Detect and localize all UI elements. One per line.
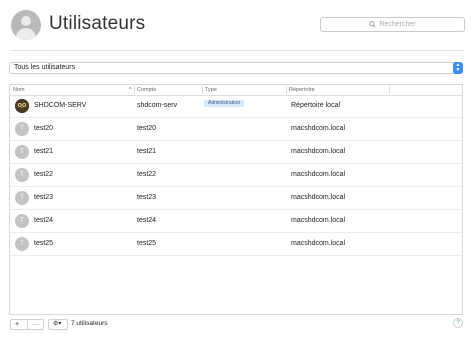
admin-badge: Administrateur [204,100,245,107]
gear-icon: ⚙▾ [53,321,62,327]
help-icon: ? [456,320,460,326]
user-directory: Répertoire local [291,102,341,109]
page-title: Utilisateurs [49,13,146,34]
column-separator [134,86,135,94]
column-separator [202,86,203,94]
user-initial-avatar: T [15,237,29,251]
column-header-account[interactable]: Compte [137,87,156,93]
table-row[interactable]: T test22 test22 macshdcom.local [10,164,462,187]
header-avatar [11,10,41,40]
user-name: test25 [34,240,54,247]
owl-avatar-icon [15,99,29,113]
user-initial-avatar: T [15,145,29,159]
user-initial-avatar: T [15,214,29,228]
column-header-directory[interactable]: Répertoire [289,87,315,93]
user-directory: macshdcom.local [291,171,346,178]
column-separator [389,86,390,94]
user-name: test23 [34,194,54,201]
user-count: 7 utilisateurs [71,320,108,327]
column-header-type[interactable]: Type [205,87,217,93]
actions-menu-button[interactable]: ⚙▾ [48,319,68,330]
user-initial-avatar: T [15,168,29,182]
footer-divider [9,314,463,315]
help-button[interactable]: ? [453,318,463,328]
user-name: test20 [34,125,54,132]
button-separator [27,320,28,329]
header-divider [10,50,464,51]
user-filter-select[interactable]: Tous les utilisateurs ▲ ▼ [9,62,463,74]
user-initial-avatar: T [15,122,29,136]
owl-icon [15,99,29,113]
search-icon [369,21,377,28]
table-row[interactable]: SHDCOM-SERV shdcom-serv Administrateur R… [10,95,462,118]
user-directory: macshdcom.local [291,148,346,155]
avatar-body-shape [16,28,36,40]
user-account: test23 [137,194,157,201]
user-filter-label: Tous les utilisateurs [14,64,76,71]
user-account: test24 [137,217,157,224]
user-name: SHDCOM-SERV [34,102,87,109]
column-separator [286,86,287,94]
table-row[interactable]: T test24 test24 macshdcom.local [10,210,462,233]
add-remove-control: + — [10,319,44,330]
add-user-button[interactable]: + [15,320,19,329]
user-name: test24 [34,217,54,224]
user-name: test21 [34,148,54,155]
select-arrows-icon[interactable]: ▲ ▼ [453,62,463,74]
user-initial-avatar: T [15,191,29,205]
user-account: test21 [137,148,157,155]
table-row[interactable]: T test20 test20 macshdcom.local [10,118,462,141]
avatar-head-shape [21,16,31,26]
user-directory: macshdcom.local [291,240,346,247]
user-account: test22 [137,171,157,178]
column-header-name[interactable]: Nom [13,87,25,93]
user-account: test25 [137,240,157,247]
search-placeholder: Rechercher [379,21,416,28]
table-row[interactable]: T test23 test23 macshdcom.local [10,187,462,210]
user-directory: macshdcom.local [291,217,346,224]
table-row[interactable]: T test25 test25 macshdcom.local [10,233,462,256]
user-name: test22 [34,171,54,178]
sort-ascending-icon: ^ [129,86,132,93]
search-field[interactable]: Rechercher [320,17,465,32]
user-account: shdcom-serv [137,102,178,109]
table-row[interactable]: T test21 test21 macshdcom.local [10,141,462,164]
users-table: Nom ^ Compte Type Répertoire SHDCOM-SERV… [9,84,463,314]
user-directory: macshdcom.local [291,194,346,201]
user-account: test20 [137,125,157,132]
user-directory: macshdcom.local [291,125,346,132]
remove-user-button[interactable]: — [32,320,39,329]
